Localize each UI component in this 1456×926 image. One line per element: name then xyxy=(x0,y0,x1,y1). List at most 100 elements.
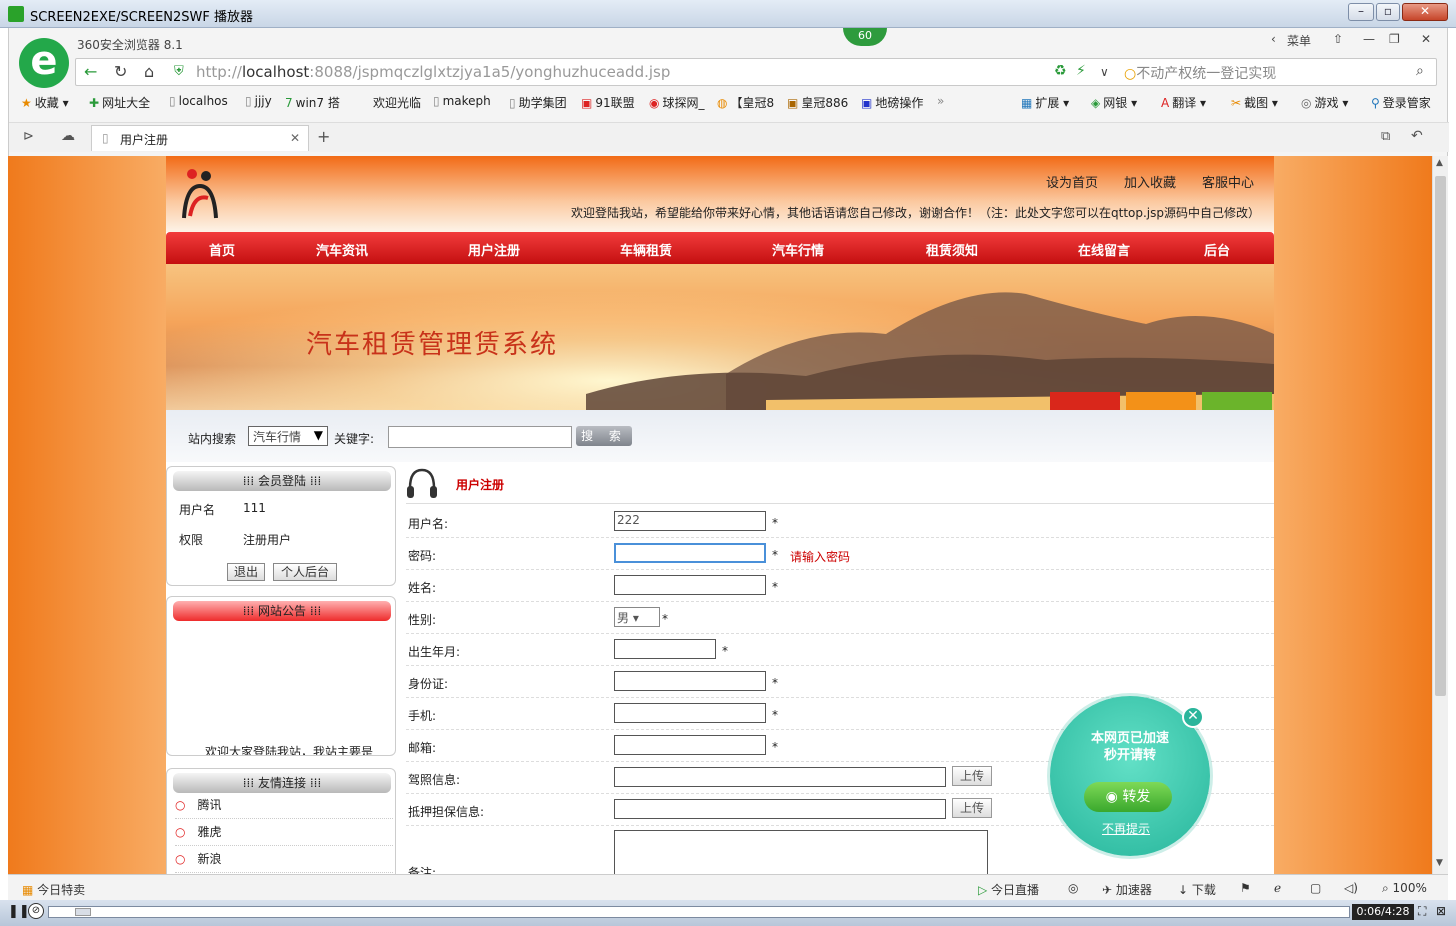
sidebar-toggle-icon[interactable]: ⊳ xyxy=(23,129,34,144)
pause-icon[interactable]: ❚❚ xyxy=(8,904,30,919)
bookmark-item[interactable]: 欢迎光临 xyxy=(373,94,421,111)
friend-link-tencent[interactable]: ○ 腾讯 xyxy=(175,793,393,819)
search-input[interactable]: ○不动产权统一登记实现 xyxy=(1124,63,1276,83)
ebank-button[interactable]: ◈ 网银 ▾ xyxy=(1091,94,1137,111)
tab-user-register[interactable]: ▯ 用户注册 ✕ xyxy=(91,125,309,151)
bookmark-item[interactable]: ◉ 球探网_ xyxy=(649,94,705,111)
birth-input[interactable] xyxy=(614,639,716,659)
menu-button[interactable]: 菜单 xyxy=(1287,32,1311,49)
pin-icon[interactable]: ⇧ xyxy=(1333,32,1343,46)
login-manager-button[interactable]: ⚲ 登录管家 xyxy=(1371,94,1431,111)
menu-car-news[interactable]: 汽车资讯 xyxy=(302,240,382,259)
menu-rental-notice[interactable]: 租赁须知 xyxy=(912,240,992,259)
license-upload-button[interactable]: 上传 xyxy=(952,766,992,786)
bookmark-item[interactable]: ◍ 【皇冠8 xyxy=(717,94,774,111)
gender-select[interactable]: 男 ▾ xyxy=(614,607,660,627)
tab-close-icon[interactable]: ✕ xyxy=(290,131,300,145)
menu-home[interactable]: 首页 xyxy=(192,240,252,259)
forward-button[interactable]: ◉ 转发 xyxy=(1084,782,1172,812)
bookmark-item[interactable]: ▯ makeph xyxy=(433,94,491,108)
fullscreen-icon[interactable]: ⛶ xyxy=(1418,904,1426,919)
bookmark-item[interactable]: ▣ 地磅操作 xyxy=(861,94,923,111)
logout-button[interactable]: 退出 xyxy=(227,563,265,581)
back-icon[interactable]: ← xyxy=(84,62,97,81)
close-button[interactable]: ✕ xyxy=(1402,3,1448,21)
menu-admin[interactable]: 后台 xyxy=(1192,240,1242,259)
browser-close-icon[interactable]: ✕ xyxy=(1421,32,1431,46)
stop-icon[interactable]: ⊘ xyxy=(28,903,44,919)
bookmark-item[interactable]: ▯ localhos xyxy=(169,94,228,108)
personal-admin-button[interactable]: 个人后台 xyxy=(273,563,337,581)
player-close-icon[interactable]: ⊠ xyxy=(1436,904,1446,918)
extensions-button[interactable]: ▦ 扩展 ▾ xyxy=(1021,94,1069,111)
download-button[interactable]: ↓ 下载 xyxy=(1178,881,1216,898)
history-icon[interactable]: ◎ xyxy=(1068,881,1078,895)
ie-icon[interactable]: ℯ xyxy=(1274,881,1281,895)
set-homepage-link[interactable]: 设为首页 xyxy=(1046,172,1098,191)
zoom-control[interactable]: ⌕ 100% xyxy=(1382,881,1427,896)
vertical-scrollbar[interactable]: ▲ ▼ xyxy=(1432,156,1448,874)
idcard-input[interactable] xyxy=(614,671,766,691)
search-category-select[interactable]: 汽车行情 ▼ xyxy=(248,426,328,446)
flag-icon[interactable]: ⚑ xyxy=(1240,881,1251,895)
seek-thumb[interactable] xyxy=(75,908,91,916)
undo-close-icon[interactable]: ↶ xyxy=(1411,128,1423,144)
menu-user-register[interactable]: 用户注册 xyxy=(454,240,534,259)
email-input[interactable] xyxy=(614,735,766,755)
browser-restore-icon[interactable]: ❐ xyxy=(1389,32,1400,46)
browser-minimize-icon[interactable]: — xyxy=(1363,32,1375,46)
name-input[interactable] xyxy=(614,575,766,595)
friend-link-sina[interactable]: ○ 新浪 xyxy=(175,847,393,873)
license-input[interactable] xyxy=(614,767,946,787)
volume-icon[interactable]: ◁) xyxy=(1344,881,1358,895)
search-icon[interactable]: ⌕ xyxy=(1416,63,1424,79)
scroll-up-icon[interactable]: ▲ xyxy=(1436,158,1443,168)
add-favorite-link[interactable]: 加入收藏 xyxy=(1124,172,1176,191)
search-button[interactable]: 搜 索 xyxy=(576,426,632,446)
restore-tabs-icon[interactable]: ⧉ xyxy=(1381,129,1390,144)
bookmark-item[interactable]: ✚ 网址大全 xyxy=(89,94,150,111)
games-button[interactable]: ◎ 游戏 ▾ xyxy=(1301,94,1348,111)
home-icon[interactable]: ⌂ xyxy=(144,62,154,81)
menu-car-rental[interactable]: 车辆租赁 xyxy=(606,240,686,259)
bookmark-item[interactable]: 7 win7 搭 xyxy=(285,94,340,111)
dismiss-link[interactable]: 不再提示 xyxy=(1102,820,1150,837)
service-center-link[interactable]: 客服中心 xyxy=(1202,172,1254,191)
remark-textarea[interactable] xyxy=(614,830,988,874)
friend-link-yahoo[interactable]: ○ 雅虎 xyxy=(175,820,393,846)
guarantee-input[interactable] xyxy=(614,799,946,819)
password-input[interactable] xyxy=(614,543,766,563)
scrollbar-thumb[interactable] xyxy=(1435,176,1446,696)
refresh-green-icon[interactable]: ♻ xyxy=(1054,63,1067,79)
new-tab-icon[interactable]: + xyxy=(317,127,330,146)
username-input[interactable]: 222 xyxy=(614,511,766,531)
window-icon[interactable]: ▢ xyxy=(1310,881,1321,895)
live-link[interactable]: ▷ 今日直播 xyxy=(978,881,1039,898)
url-input[interactable]: http://localhost:8088/jspmqczlglxtzjya1a… xyxy=(196,63,670,81)
scroll-down-icon[interactable]: ▼ xyxy=(1436,858,1443,868)
bookmark-favorites[interactable]: ★ 收藏 ▾ xyxy=(21,94,69,111)
translate-button[interactable]: A 翻译 ▾ xyxy=(1161,94,1206,111)
bookmark-item[interactable]: ▯ 助学集团 xyxy=(509,94,567,111)
menu-guestbook[interactable]: 在线留言 xyxy=(1064,240,1144,259)
dropdown-icon[interactable]: ∨ xyxy=(1100,65,1109,79)
keyword-input[interactable] xyxy=(388,426,572,448)
bookmark-item[interactable]: ▣ 91联盟 xyxy=(581,94,635,111)
bookmark-item[interactable]: ▣ 皇冠886 xyxy=(787,94,848,111)
seek-bar[interactable] xyxy=(48,906,1350,918)
speed-badge[interactable]: 60 xyxy=(843,28,887,46)
cloud-icon[interactable]: ☁ xyxy=(61,128,75,144)
lightning-icon[interactable]: ⚡ xyxy=(1076,63,1086,79)
daily-deals-link[interactable]: ▦ 今日特卖 xyxy=(22,881,85,898)
menu-car-market[interactable]: 汽车行情 xyxy=(758,240,838,259)
phone-input[interactable] xyxy=(614,703,766,723)
share-close-icon[interactable]: ✕ xyxy=(1182,706,1204,728)
accelerator-button[interactable]: ✈ 加速器 xyxy=(1102,881,1152,898)
minimize-button[interactable]: – xyxy=(1348,3,1374,21)
guarantee-upload-button[interactable]: 上传 xyxy=(952,798,992,818)
maximize-button[interactable]: ▫ xyxy=(1376,3,1400,21)
screenshot-button[interactable]: ✂ 截图 ▾ xyxy=(1231,94,1278,111)
back-arrow-icon[interactable]: ‹ xyxy=(1271,32,1276,46)
reload-icon[interactable]: ↻ xyxy=(114,62,127,81)
more-bookmarks-icon[interactable]: » xyxy=(937,94,944,108)
